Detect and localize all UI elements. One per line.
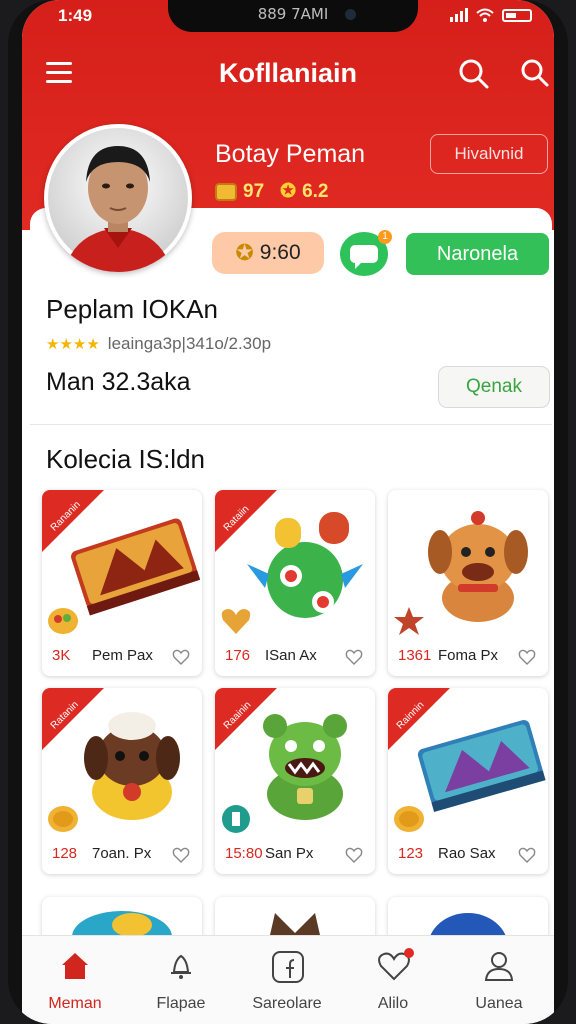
favorite-icon[interactable] (172, 648, 190, 666)
rating-stars: ★★★★ (46, 336, 100, 353)
home-icon (62, 953, 88, 979)
fruit-badge-icon (48, 608, 78, 634)
header-action-button[interactable]: Hivalvnid (430, 134, 548, 174)
coin-count: 97 (243, 180, 265, 202)
notch: 889 7AMI (168, 0, 418, 32)
toy-figure-image (247, 512, 363, 618)
product-name: Pem Pax (92, 647, 153, 664)
camera-icon (345, 9, 356, 20)
rating-row: ★★★★ leainga3p|341o/2.30p (46, 334, 271, 354)
coin-badge-icon (394, 806, 424, 832)
tab-label: Uanea (475, 995, 523, 1012)
product-name: Rao Sax (438, 845, 496, 862)
card-pack-image (417, 719, 546, 813)
product-price: 1361 (398, 647, 432, 664)
tab-label: Alilo (377, 995, 409, 1012)
tab-label: Meman (48, 995, 102, 1012)
product-price: 15:80 (225, 845, 263, 862)
search-icon[interactable] (520, 58, 550, 88)
search-icon[interactable] (458, 58, 490, 90)
coin-icon (215, 182, 237, 201)
tab-profile[interactable]: Uanea (446, 936, 552, 1024)
product-price: 3K (52, 647, 71, 664)
app-screen: 1:49 889 7AMI Kofllaniain Botay Peman 97… (22, 0, 554, 1024)
status-time: 1:49 (58, 6, 93, 25)
bell-icon (171, 954, 191, 979)
level-value: 6.2 (302, 180, 329, 202)
product-card[interactable]: Rananin 3K Pem Pax (42, 490, 202, 676)
monster-figure-image (263, 714, 347, 820)
notch-text: 889 7AMI (257, 5, 329, 23)
favorite-icon[interactable] (345, 648, 363, 666)
wifi-icon (476, 8, 494, 22)
chat-button[interactable]: 1 (340, 230, 392, 276)
secondary-button[interactable]: Qenak (438, 366, 550, 408)
product-price: 176 (225, 647, 251, 664)
coin-balance-pill[interactable]: ✪ 9:60 (212, 232, 324, 274)
product-name: 7oan. Px (92, 845, 152, 862)
product-name: Foma Px (438, 647, 499, 664)
product-card[interactable]: Ratanin 128 7oan. Px (42, 688, 202, 874)
follow-button[interactable]: Naronela (406, 233, 549, 275)
coin-balance: 9:60 (259, 241, 301, 264)
tab-home[interactable]: Meman (22, 936, 128, 1024)
tab-favorites[interactable]: Alilo (340, 936, 446, 1024)
product-price: 123 (398, 845, 424, 862)
rating-text: leainga3p|341o/2.30p (107, 334, 272, 353)
username: Peplam IOKAn (46, 294, 218, 324)
favorite-icon[interactable] (345, 846, 363, 864)
square-f-icon (272, 951, 304, 983)
star-badge-icon (394, 607, 424, 635)
star-icon: ✪ (280, 181, 297, 202)
tab-label: Sareolare (252, 995, 322, 1012)
favorite-icon[interactable] (518, 846, 536, 864)
favorite-icon[interactable] (518, 648, 536, 666)
favorite-icon[interactable] (172, 846, 190, 864)
profile-name: Botay Peman (215, 140, 366, 168)
product-name: ISan Ax (265, 647, 317, 664)
product-card[interactable]: Rainnin 123 Rao Sax (388, 688, 548, 874)
phone-frame: 1:49 889 7AMI Kofllaniain Botay Peman 97… (8, 0, 568, 1024)
status-icons (450, 8, 532, 22)
tab-social[interactable]: Sareolare (234, 936, 340, 1024)
product-card[interactable]: Rataiin 176 ISan Ax (215, 490, 375, 676)
tab-notifications[interactable]: Flapae (128, 936, 234, 1024)
signal-icon (450, 8, 468, 22)
dog-figure-image (428, 511, 528, 622)
card-pack-image (71, 518, 201, 616)
chat-badge: 1 (378, 230, 392, 244)
product-card[interactable]: Raainin 15:80 San Px (215, 688, 375, 874)
bottom-tab-bar: Meman Flapae Sareolare Alilo Uanea (22, 935, 554, 1024)
battery-icon (502, 8, 532, 22)
profile-stats: 97 ✪ 6.2 (215, 180, 328, 203)
product-name: San Px (265, 845, 314, 862)
trophy-icon: ✪ (235, 240, 254, 265)
coin-badge-icon (48, 806, 78, 832)
person-icon (484, 952, 514, 981)
section-title: Kolecia IS:ldn (46, 444, 205, 474)
product-card[interactable]: 1361 Foma Px (388, 490, 548, 676)
tab-label: Flapae (156, 995, 206, 1012)
divider (30, 424, 552, 425)
avatar[interactable] (44, 124, 192, 272)
amount-text: Man 32.3aka (46, 368, 191, 396)
product-price: 128 (52, 845, 78, 862)
notification-dot (404, 948, 414, 958)
heart-badge-icon (221, 609, 251, 634)
teal-badge-icon (222, 805, 250, 833)
plush-figure-image (84, 712, 180, 820)
